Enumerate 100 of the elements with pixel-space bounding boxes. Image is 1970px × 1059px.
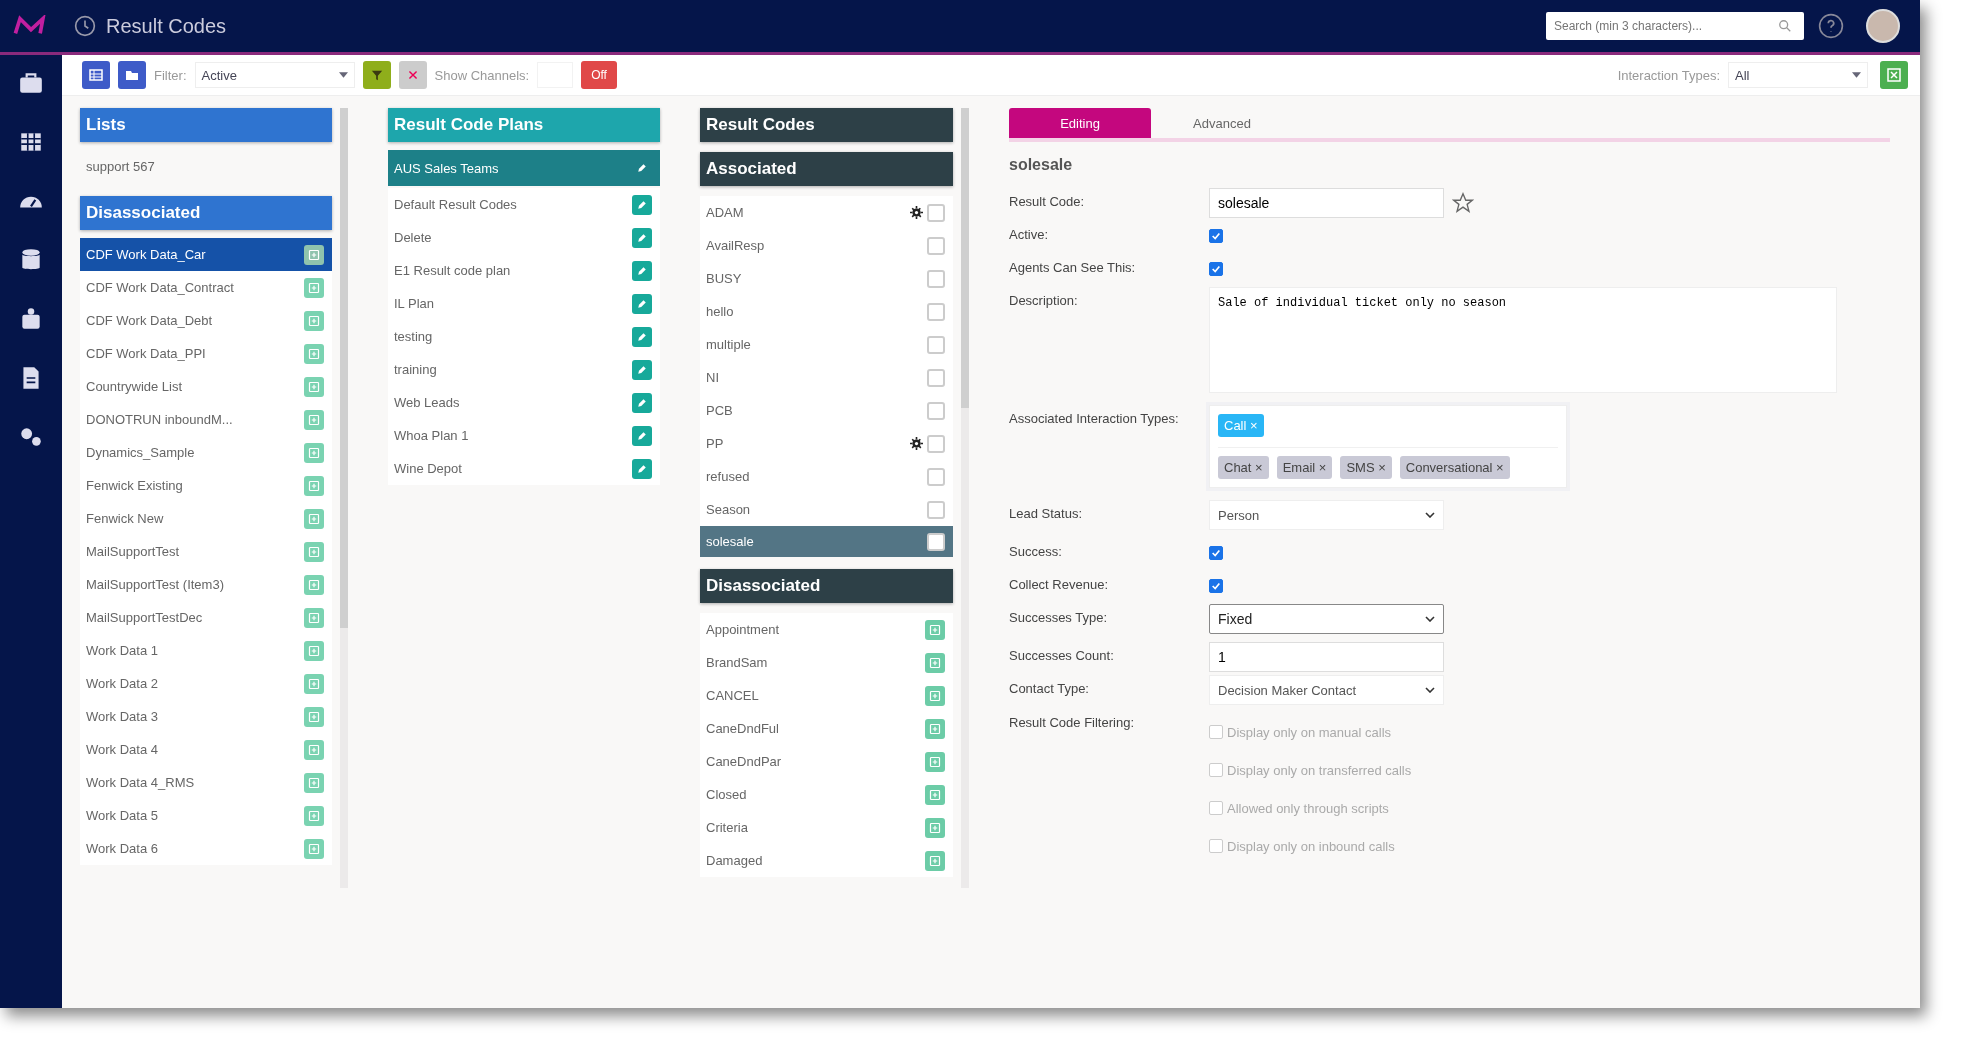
star-icon[interactable] xyxy=(1452,192,1474,214)
checkbox[interactable] xyxy=(1209,763,1223,777)
result-code-item[interactable]: CANCEL xyxy=(700,679,953,712)
edit-button[interactable] xyxy=(632,194,652,215)
remove-checkbox[interactable] xyxy=(927,532,945,551)
text-field[interactable]: 1 xyxy=(1209,642,1444,672)
grid-view-button[interactable] xyxy=(82,61,110,89)
interaction-types-select[interactable]: All xyxy=(1728,62,1868,88)
select-field[interactable]: Decision Maker Contact xyxy=(1209,675,1444,705)
text-field[interactable]: solesale xyxy=(1209,188,1444,218)
result-code-item[interactable]: Damaged xyxy=(700,844,953,877)
plan-item[interactable]: testing xyxy=(388,320,660,353)
plan-item[interactable]: IL Plan xyxy=(388,287,660,320)
remove-checkbox[interactable] xyxy=(927,368,945,387)
list-item[interactable]: Work Data 6 xyxy=(80,832,332,865)
remove-checkbox[interactable] xyxy=(927,401,945,420)
list-item[interactable]: CDF Work Data_Contract xyxy=(80,271,332,304)
plan-item[interactable]: E1 Result code plan xyxy=(388,254,660,287)
list-item[interactable]: support 567 xyxy=(80,142,332,190)
interaction-tag[interactable]: Conversational × xyxy=(1399,456,1510,479)
result-code-item[interactable]: PCB xyxy=(700,394,953,427)
clear-filter-button[interactable] xyxy=(398,61,427,89)
remove-checkbox[interactable] xyxy=(927,203,945,222)
list-item[interactable]: Work Data 4_RMS xyxy=(80,766,332,799)
plan-item[interactable]: Delete xyxy=(388,221,660,254)
tab[interactable]: Editing xyxy=(1009,108,1151,138)
list-item[interactable]: Countrywide List xyxy=(80,370,332,403)
select-field[interactable]: Person xyxy=(1209,500,1444,530)
scrollbar[interactable] xyxy=(961,108,969,888)
edit-button[interactable] xyxy=(632,425,652,446)
checkbox[interactable] xyxy=(1209,229,1223,243)
list-item[interactable]: CDF Work Data_Car xyxy=(80,238,332,271)
list-item[interactable]: Work Data 2 xyxy=(80,667,332,700)
result-code-item[interactable]: Closed xyxy=(700,778,953,811)
checkbox[interactable] xyxy=(1209,546,1223,560)
checkbox[interactable] xyxy=(1209,801,1223,815)
interaction-tag[interactable]: Chat × xyxy=(1218,456,1269,479)
list-item[interactable]: Work Data 1 xyxy=(80,634,332,667)
list-item[interactable]: Work Data 4 xyxy=(80,733,332,766)
list-item[interactable]: CDF Work Data_Debt xyxy=(80,304,332,337)
result-code-item[interactable]: NI xyxy=(700,361,953,394)
result-code-item[interactable]: PP xyxy=(700,427,953,460)
edit-button[interactable] xyxy=(632,326,652,347)
edit-button[interactable] xyxy=(632,227,652,248)
add-button[interactable] xyxy=(304,244,324,265)
filter-select[interactable]: Active xyxy=(194,62,355,88)
search-icon[interactable] xyxy=(1778,19,1792,33)
plan-item[interactable]: Default Result Codes xyxy=(388,188,660,221)
list-item[interactable]: MailSupportTest (Item3) xyxy=(80,568,332,601)
plan-item[interactable]: Web Leads xyxy=(388,386,660,419)
result-code-item[interactable]: solesale xyxy=(700,526,953,557)
list-item[interactable]: Dynamics_Sample xyxy=(80,436,332,469)
filter-button[interactable] xyxy=(362,61,391,89)
result-code-item[interactable]: ADAM xyxy=(700,196,953,229)
result-code-item[interactable]: hello xyxy=(700,295,953,328)
tag-picker[interactable]: Call × Chat × Email × SMS × Conversational × xyxy=(1209,405,1567,488)
remove-checkbox[interactable] xyxy=(927,269,945,288)
scrollbar[interactable] xyxy=(340,108,348,888)
list-item[interactable]: DONOTRUN inboundM... xyxy=(80,403,332,436)
edit-button[interactable] xyxy=(632,359,652,380)
user-avatar[interactable] xyxy=(1866,9,1900,43)
search-field[interactable]: Search (min 3 characters)... xyxy=(1546,12,1804,40)
channels-toggle[interactable]: Off xyxy=(581,61,617,89)
plan-item[interactable]: Wine Depot xyxy=(388,452,660,485)
list-item[interactable]: Fenwick New xyxy=(80,502,332,535)
result-code-item[interactable]: multiple xyxy=(700,328,953,361)
description-field[interactable]: Sale of individual ticket only no season xyxy=(1209,287,1837,393)
result-code-item[interactable]: Season xyxy=(700,493,953,526)
export-button[interactable] xyxy=(1880,61,1908,89)
list-item[interactable]: Fenwick Existing xyxy=(80,469,332,502)
remove-checkbox[interactable] xyxy=(927,335,945,354)
edit-button[interactable] xyxy=(632,293,652,314)
result-code-item[interactable]: CaneDndFul xyxy=(700,712,953,745)
interaction-tag[interactable]: SMS × xyxy=(1340,456,1392,479)
result-code-item[interactable]: BUSY xyxy=(700,262,953,295)
result-code-item[interactable]: refused xyxy=(700,460,953,493)
edit-button[interactable] xyxy=(632,458,652,479)
help-icon[interactable] xyxy=(1818,13,1844,39)
remove-checkbox[interactable] xyxy=(927,467,945,486)
plan-item[interactable]: AUS Sales Teams xyxy=(388,150,660,186)
result-code-item[interactable]: CaneDndPar xyxy=(700,745,953,778)
interaction-tag[interactable]: Email × xyxy=(1276,456,1333,479)
tab[interactable]: Advanced xyxy=(1151,108,1293,138)
list-item[interactable]: MailSupportTestDec xyxy=(80,601,332,634)
result-code-item[interactable]: Appointment xyxy=(700,613,953,646)
list-item[interactable]: Work Data 3 xyxy=(80,700,332,733)
list-item[interactable]: Work Data 5 xyxy=(80,799,332,832)
edit-button[interactable] xyxy=(632,392,652,413)
list-item[interactable]: MailSupportTest xyxy=(80,535,332,568)
folder-button[interactable] xyxy=(118,61,146,89)
result-code-item[interactable]: Criteria xyxy=(700,811,953,844)
plan-item[interactable]: Whoa Plan 1 xyxy=(388,419,660,452)
checkbox[interactable] xyxy=(1209,725,1223,739)
remove-checkbox[interactable] xyxy=(927,434,945,453)
remove-checkbox[interactable] xyxy=(927,236,945,255)
result-code-item[interactable]: AvailResp xyxy=(700,229,953,262)
plan-item[interactable]: training xyxy=(388,353,660,386)
remove-checkbox[interactable] xyxy=(927,302,945,321)
select-field[interactable]: Fixed xyxy=(1209,604,1444,634)
checkbox[interactable] xyxy=(1209,262,1223,276)
